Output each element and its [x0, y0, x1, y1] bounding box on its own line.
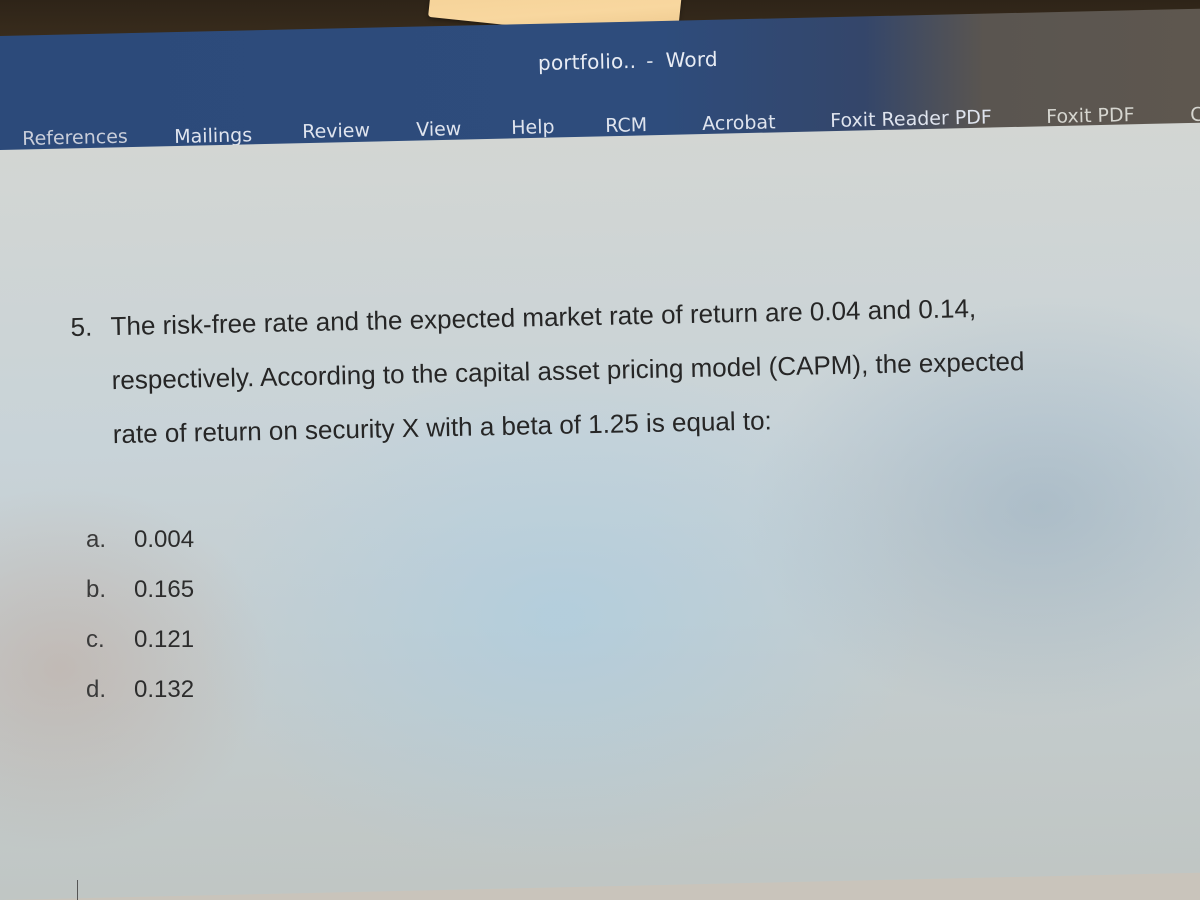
option-b: b. 0.165: [86, 565, 194, 615]
option-letter: c.: [86, 626, 105, 653]
tab-view[interactable]: View: [416, 118, 462, 141]
question-text-line-1: The risk-free rate and the expected mark…: [110, 293, 977, 342]
option-letter: b.: [86, 576, 107, 603]
option-value: 0.165: [134, 576, 195, 603]
question-text-line-2: respectively. According to the capital a…: [111, 346, 1025, 396]
tab-rcm[interactable]: RCM: [605, 114, 647, 137]
question-number: 5.: [70, 311, 93, 342]
tab-review[interactable]: Review: [302, 119, 370, 143]
answer-options: a. 0.004 b. 0.165 c. 0.121 d. 0.132: [86, 515, 194, 715]
document-page[interactable]: [0, 122, 1200, 900]
option-letter: a.: [86, 526, 107, 553]
tab-help[interactable]: Help: [511, 116, 555, 139]
question-text-line-3: rate of return on security X with a beta…: [112, 405, 773, 450]
option-value: 0.121: [134, 626, 195, 653]
text-cursor-mark: [77, 880, 78, 900]
option-a: a. 0.004: [86, 515, 194, 565]
tab-acrobat[interactable]: Acrobat: [702, 111, 776, 135]
question-block: 5. The risk-free rate and the expected ma…: [70, 277, 1183, 462]
tab-references[interactable]: References: [22, 126, 128, 150]
option-letter: d.: [86, 676, 107, 703]
option-d: d. 0.132: [86, 665, 194, 715]
option-value: 0.132: [134, 676, 195, 703]
option-value: 0.004: [134, 526, 195, 553]
option-c: c. 0.121: [86, 615, 194, 665]
